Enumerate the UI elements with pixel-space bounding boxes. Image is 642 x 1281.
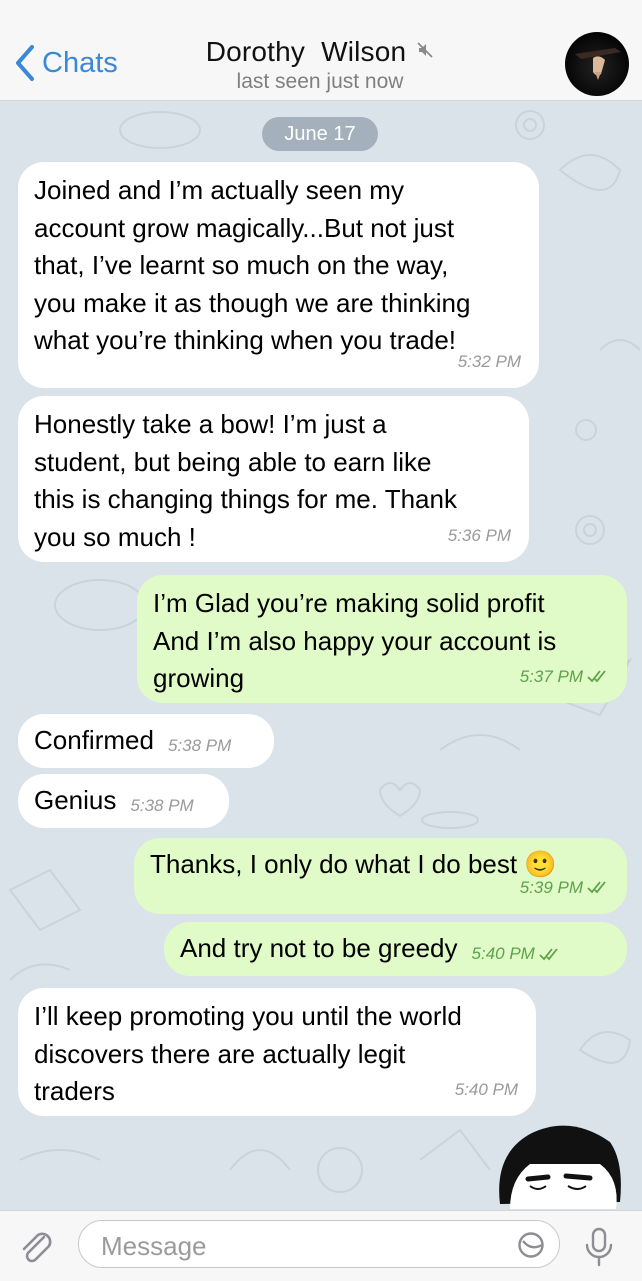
message-composer: Message [0, 1210, 642, 1281]
date-separator: June 17 [262, 117, 378, 151]
message-input[interactable]: Message [78, 1220, 560, 1268]
message-time: 5:37 PM [520, 658, 609, 696]
message-text: And try not to be greedy [180, 933, 458, 964]
message-bubble-incoming[interactable]: Honestly take a bow! I’m just a student,… [18, 396, 529, 562]
message-text: Joined and I’m actually seen my account … [34, 175, 471, 355]
back-button-label: Chats [42, 46, 118, 79]
microphone-icon [585, 1227, 613, 1267]
message-bubble-incoming[interactable]: I’ll keep promoting you until the world … [18, 988, 536, 1116]
message-time: 5:32 PM [457, 351, 521, 371]
message-bubble-outgoing[interactable]: Thanks, I only do what I do best 🙂 5:39 … [134, 838, 627, 914]
attach-paperclip-icon [22, 1232, 52, 1263]
microphone-button[interactable] [584, 1227, 614, 1272]
attach-button[interactable] [16, 1227, 56, 1272]
sticker-icon [518, 1232, 544, 1258]
message-time: 5:36 PM [447, 525, 511, 545]
contact-name: Dorothy Wilson [205, 36, 407, 67]
message-bubble-outgoing[interactable]: And try not to be greedy 5:40 PM [164, 922, 627, 976]
message-time: 5:38 PM [130, 796, 194, 816]
chat-header: Chats Dorothy Wilson last seen just now [0, 0, 642, 101]
sticker-image[interactable] [488, 1124, 628, 1214]
last-seen-status: last seen just now [236, 70, 404, 93]
message-time: 5:40 PM [454, 1079, 518, 1099]
double-check-icon [539, 948, 558, 961]
message-text: Genius [34, 785, 117, 816]
message-text: Honestly take a bow! I’m just a student,… [34, 409, 457, 552]
muted-speaker-icon [416, 41, 434, 64]
message-text: I’ll keep promoting you until the world … [34, 1001, 462, 1106]
message-bubble-incoming[interactable]: Joined and I’m actually seen my account … [18, 162, 539, 388]
message-time: 5:40 PM [472, 925, 561, 973]
message-time: 5:38 PM [167, 736, 232, 756]
message-text: Confirmed [34, 725, 154, 756]
chat-title-area[interactable]: Dorothy Wilson last seen just now [160, 36, 480, 94]
message-bubble-incoming[interactable]: Confirmed 5:38 PM [18, 714, 274, 768]
message-time: 5:39 PM [520, 869, 609, 907]
message-bubble-incoming[interactable]: Genius 5:38 PM [18, 774, 229, 828]
message-bubble-outgoing[interactable]: I’m Glad you’re making solid profit And … [137, 575, 627, 703]
double-check-icon [587, 881, 606, 894]
chevron-left-icon [16, 45, 34, 81]
double-check-icon [587, 670, 606, 683]
sticker-button[interactable] [517, 1231, 545, 1264]
contact-avatar[interactable] [565, 32, 629, 96]
back-button[interactable]: Chats [14, 44, 118, 82]
message-input-placeholder: Message [101, 1231, 207, 1261]
